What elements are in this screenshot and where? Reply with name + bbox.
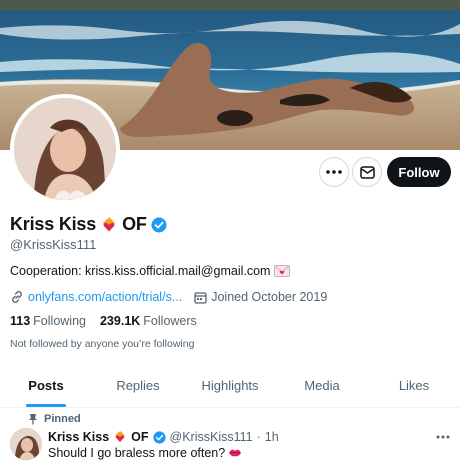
tweet-separator: · [256,430,261,444]
tab-media[interactable]: Media [276,364,368,407]
heart-on-fire-emoji-icon [103,216,115,232]
envelope-icon [359,165,375,179]
profile-tabs: Posts Replies Highlights Media Likes [0,364,460,408]
profile-name-row: Kriss Kiss OF [10,214,167,235]
verified-badge-icon[interactable] [152,430,166,444]
more-button[interactable] [319,157,349,187]
more-horizontal-icon [326,170,342,174]
not-followed-notice: Not followed by anyone you’re following [10,338,195,350]
profile-link-group: onlyfans.com/action/trial/s... [10,290,182,304]
tweet-time[interactable]: 1h [265,430,279,444]
kiss-mark-emoji-icon [229,449,242,457]
profile-handle: @KrissKiss111 [10,237,97,252]
pinned-label: Pinned [44,413,81,425]
joined-date: Joined October 2019 [211,290,328,304]
tab-replies[interactable]: Replies [92,364,184,407]
love-letter-emoji-icon [274,265,291,277]
tweet-author-name[interactable]: Kriss Kiss [48,430,109,444]
tweet-author-avatar[interactable] [10,428,42,460]
tweet-text: Should I go braless more often? [48,446,242,460]
followers-label: Followers [143,314,197,328]
tweet-more-button[interactable] [434,430,452,444]
avatar-image [14,98,116,200]
profile-bio: Cooperation: kriss.kiss.official.mail@gm… [10,264,291,278]
profile-name: Kriss Kiss [10,214,97,234]
tweet-avatar-image [10,428,42,460]
pinned-indicator: Pinned [28,413,81,425]
link-icon [12,291,22,303]
verified-badge-icon[interactable] [151,217,167,233]
message-button[interactable] [352,157,382,187]
more-horizontal-icon [436,435,450,439]
profile-avatar[interactable] [10,94,120,204]
tweet-body: Should I go braless more often? [48,446,226,460]
tab-highlights[interactable]: Highlights [184,364,276,407]
calendar-icon [194,291,207,304]
heart-on-fire-emoji-icon [115,430,125,443]
following-label: Following [33,314,86,328]
tweet-author-suffix: OF [131,430,149,444]
profile-name-suffix: OF [122,214,147,234]
bio-text: Cooperation: kriss.kiss.official.mail@gm… [10,264,271,278]
following-count: 113 [10,314,31,328]
followers-stat[interactable]: 239.1K Followers [100,314,197,328]
following-stat[interactable]: 113 Following [10,314,86,328]
tweet-author-handle[interactable]: @KrissKiss111 [170,430,253,444]
joined-group: Joined October 2019 [194,290,327,304]
tweet-header: Kriss Kiss OF @KrissKiss111 · 1h [48,430,279,444]
profile-stats: 113 Following 239.1K Followers [10,314,197,328]
follow-button[interactable]: Follow [387,157,451,187]
followers-count: 239.1K [99,314,141,328]
tab-likes[interactable]: Likes [368,364,460,407]
pin-icon [29,414,37,425]
tab-posts[interactable]: Posts [0,364,92,407]
profile-meta: onlyfans.com/action/trial/s... Joined Oc… [10,290,339,304]
profile-link[interactable]: onlyfans.com/action/trial/s... [28,290,182,304]
